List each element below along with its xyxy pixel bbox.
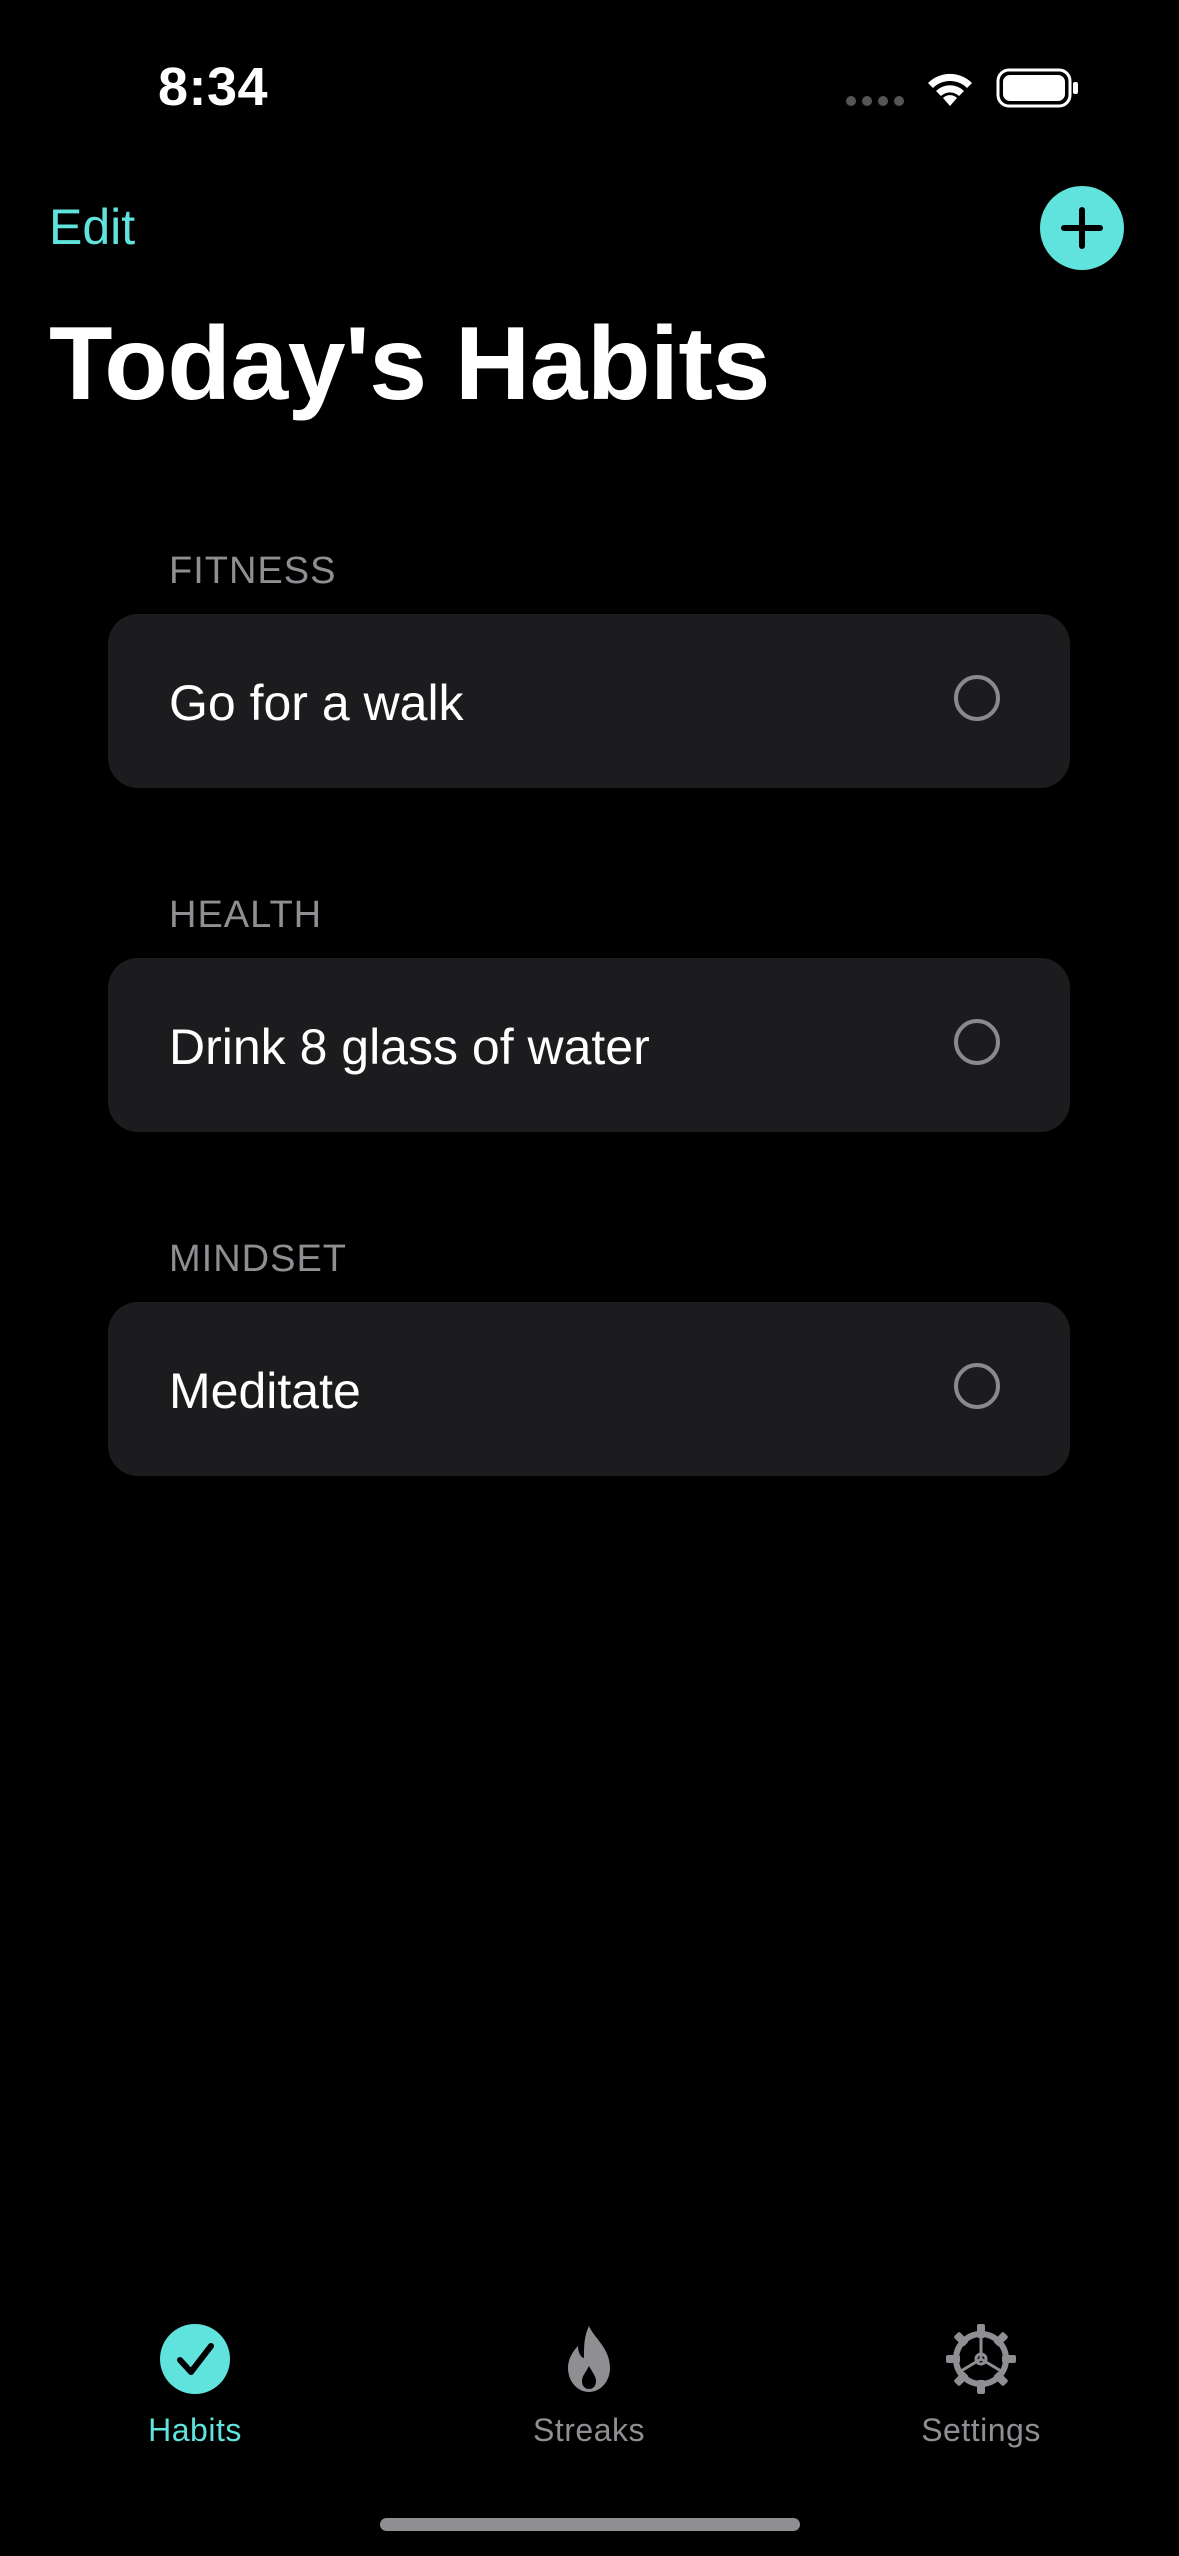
tab-settings[interactable]: Settings [871, 2324, 1091, 2474]
checkmark-circle-icon [160, 2324, 230, 2394]
page-title: Today's Habits [49, 306, 770, 422]
tab-label: Streaks [533, 2412, 645, 2448]
tab-label: Habits [148, 2412, 242, 2448]
add-habit-button[interactable] [1040, 186, 1124, 270]
section-label-mindset: MINDSET [169, 1238, 347, 1280]
tab-streaks[interactable]: Streaks [479, 2324, 699, 2474]
cellular-signal-icon [846, 96, 904, 106]
habit-checkbox[interactable] [954, 1019, 1000, 1065]
flame-icon [568, 2326, 610, 2392]
gear-icon [946, 2324, 1016, 2394]
home-indicator [380, 2518, 800, 2531]
habit-card-meditate[interactable]: Meditate [108, 1302, 1070, 1476]
wifi-icon [928, 73, 972, 106]
habit-card-drink-water[interactable]: Drink 8 glass of water [108, 958, 1070, 1132]
habit-checkbox[interactable] [954, 675, 1000, 721]
plus-icon [1061, 207, 1103, 249]
habit-card-go-for-a-walk[interactable]: Go for a walk [108, 614, 1070, 788]
habit-name: Drink 8 glass of water [169, 1019, 650, 1075]
habit-name: Go for a walk [169, 675, 464, 731]
status-time: 8:34 [158, 57, 269, 117]
habit-name: Meditate [169, 1363, 361, 1419]
section-label-fitness: FITNESS [169, 550, 337, 592]
tab-label: Settings [921, 2412, 1041, 2448]
section-label-health: HEALTH [169, 894, 323, 936]
edit-button[interactable]: Edit [49, 198, 135, 256]
tab-habits[interactable]: Habits [85, 2324, 305, 2474]
habit-checkbox[interactable] [954, 1363, 1000, 1409]
status-bar: 8:34 [0, 0, 1179, 180]
battery-icon [996, 68, 1078, 108]
